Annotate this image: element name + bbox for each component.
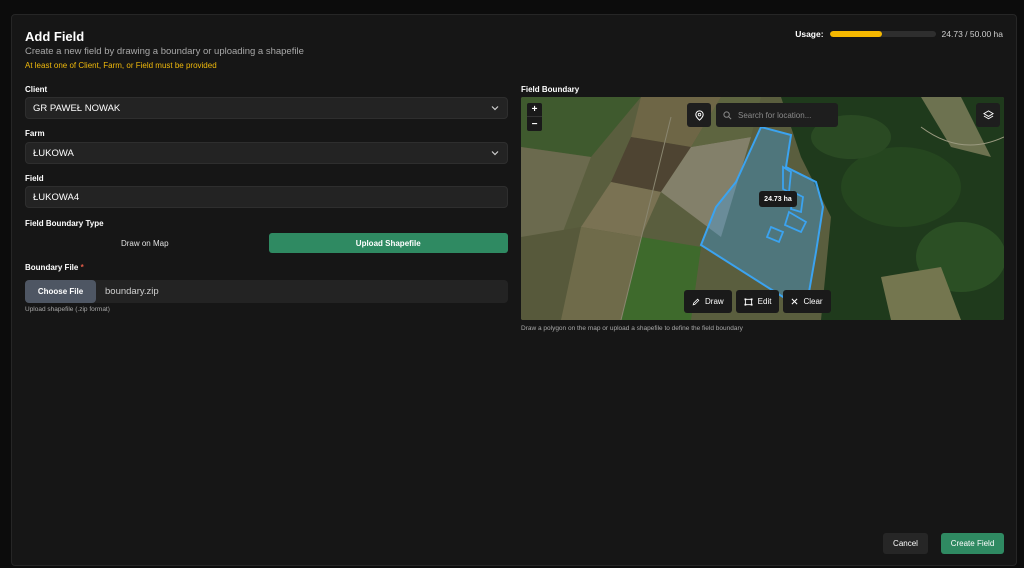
usage-meter: Usage: 24.73 / 50.00 ha: [795, 29, 1003, 39]
layers-icon: [982, 109, 994, 119]
search-icon: [723, 110, 732, 119]
choose-file-button[interactable]: Choose File: [25, 280, 96, 303]
map-tools: Draw Edit Clear: [684, 290, 831, 313]
draw-label: Draw: [705, 297, 724, 306]
client-label: Client: [25, 85, 48, 94]
zoom-control: + −: [527, 103, 542, 131]
area-badge: 24.73 ha: [759, 191, 797, 207]
boundary-type-label: Field Boundary Type: [25, 219, 104, 228]
field-input[interactable]: ŁUKOWA4: [25, 186, 508, 208]
usage-bar-fill: [829, 31, 882, 37]
location-search-input[interactable]: Search for location...: [716, 103, 838, 127]
chevron-down-icon: [491, 151, 499, 156]
clear-label: Clear: [803, 297, 823, 306]
file-input[interactable]: Choose File boundary.zip: [25, 280, 508, 303]
pencil-icon: [692, 298, 700, 305]
chevron-down-icon: [491, 106, 499, 111]
edit-button[interactable]: Edit: [735, 290, 780, 313]
clear-button[interactable]: Clear: [783, 290, 831, 313]
draw-on-map-option[interactable]: Draw on Map: [25, 233, 265, 253]
zoom-out-button[interactable]: −: [527, 117, 542, 131]
farm-value: ŁUKOWA: [33, 147, 74, 159]
client-select[interactable]: GR PAWEŁ NOWAK: [25, 97, 508, 119]
add-field-dialog: Add Field Create a new field by drawing …: [11, 14, 1017, 566]
usage-label: Usage:: [795, 29, 824, 39]
dialog-title: Add Field: [25, 29, 85, 44]
map-view[interactable]: + − Search for location... 24.73 ha Draw…: [521, 97, 1004, 320]
required-mark: *: [80, 263, 84, 272]
dialog-subtitle: Create a new field by drawing a boundary…: [25, 46, 304, 57]
usage-text: 24.73 / 50.00 ha: [941, 29, 1003, 39]
map-pin-icon: [694, 109, 704, 121]
field-label: Field: [25, 174, 44, 183]
file-hint: Upload shapefile (.zip format): [25, 306, 110, 313]
cancel-button[interactable]: Cancel: [883, 533, 928, 554]
edit-label: Edit: [757, 297, 772, 306]
usage-bar: [829, 31, 936, 37]
create-field-button[interactable]: Create Field: [941, 533, 1004, 554]
map-hint: Draw a polygon on the map or upload a sh…: [521, 325, 743, 332]
map-label: Field Boundary: [521, 85, 580, 94]
search-placeholder: Search for location...: [738, 110, 812, 120]
satellite-imagery: [521, 97, 1004, 320]
farm-select[interactable]: ŁUKOWA: [25, 142, 508, 164]
boundary-file-label-text: Boundary File: [25, 263, 79, 272]
edit-shape-icon: [744, 297, 753, 306]
boundary-file-label: Boundary File *: [25, 263, 84, 272]
client-value: GR PAWEŁ NOWAK: [33, 102, 121, 114]
validation-warning: At least one of Client, Farm, or Field m…: [25, 61, 217, 70]
locate-button[interactable]: [687, 103, 711, 127]
zoom-in-button[interactable]: +: [527, 103, 542, 117]
farm-label: Farm: [25, 129, 45, 138]
upload-shapefile-option[interactable]: Upload Shapefile: [268, 233, 508, 253]
boundary-type-toggle: Draw on Map Upload Shapefile: [25, 233, 508, 253]
draw-button[interactable]: Draw: [684, 290, 732, 313]
file-name: boundary.zip: [105, 286, 159, 297]
layers-button[interactable]: [976, 103, 1000, 127]
close-icon: [791, 298, 798, 305]
